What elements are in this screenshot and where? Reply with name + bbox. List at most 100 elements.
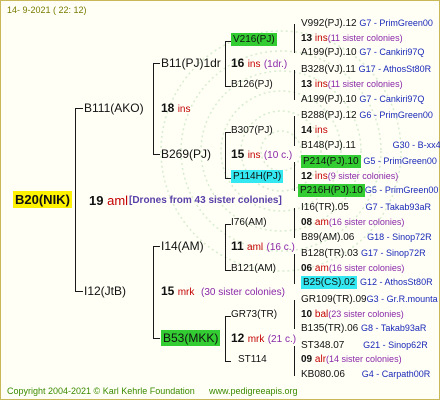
dam-generation: 15 mrk xyxy=(161,285,194,298)
gen4-code: G7 - Cankiri97Q xyxy=(359,94,425,104)
gen4-row-16[interactable]: KB080.06 G4 - Carpath00R xyxy=(301,370,430,380)
gen4-name: KB080.06 xyxy=(301,369,345,380)
gen4-name: I16(TR).05 xyxy=(301,202,349,213)
gen3-info-8: 09 alr(14 sister colonies) xyxy=(301,355,402,365)
sire-dam-name[interactable]: B269(PJ) xyxy=(161,148,211,160)
dam-sire-name[interactable]: I14(AM) xyxy=(161,240,204,252)
dam-sister-colonies: (30 sister colonies) xyxy=(201,287,285,298)
connector-line xyxy=(294,208,295,238)
connector-line xyxy=(294,162,295,191)
sire-name[interactable]: B111(AKO) xyxy=(84,102,144,114)
gen4-code: G21 - Sinop62R xyxy=(363,340,428,350)
gen4-code: G7 - Cankiri97Q xyxy=(359,47,425,57)
connector-line xyxy=(75,291,83,292)
connector-line xyxy=(75,108,76,291)
gen3-breeder-code: bal xyxy=(314,309,329,320)
gen3-breeder-code: ins xyxy=(314,125,328,136)
gen4-row-10[interactable]: B89(AM).06 G18 - Sinop72R xyxy=(301,233,432,243)
dam-dam-breeder-code: mrk xyxy=(247,334,265,345)
gen4-row-12[interactable]: B25(CS).02 G12 - AthosSt80R xyxy=(301,276,433,289)
sire-sire-gen-number: 16 xyxy=(231,56,245,70)
gen4-name: B89(AM).06 xyxy=(301,232,355,243)
sire-sire-extra: (1dr.) xyxy=(263,59,288,70)
connector-line xyxy=(225,316,226,361)
gen4-row-7[interactable]: P214(PJ).10 G5 - PrimGreen00 xyxy=(301,155,437,168)
gen3-queen-8[interactable]: ST114 xyxy=(238,355,267,365)
gen3-queen-2[interactable]: B126(PJ) xyxy=(231,80,273,90)
gen4-row-15[interactable]: ST348.07 G21 - Sinop62R xyxy=(301,341,428,351)
gen4-code: G17 - AthosSt80R xyxy=(358,64,432,74)
connector-line xyxy=(225,132,226,178)
sire-dam-breeder-code: ins xyxy=(247,150,261,161)
gen3-queen-4[interactable]: P114H(PJ) xyxy=(231,170,284,183)
gen4-name: P214(PJ).10 xyxy=(301,155,361,168)
gen4-row-13[interactable]: GR109(TR).09G3 - Gr.R.mounta xyxy=(301,295,438,305)
gen4-name: V992(PJ).12 xyxy=(301,18,357,29)
sire-sire-name[interactable]: B11(PJ)1dr xyxy=(161,57,221,69)
gen4-code: G6 - PrimGreen00 xyxy=(359,110,433,120)
gen3-extra: (14 sister colonies) xyxy=(326,354,402,364)
gen4-row-8[interactable]: P216H(PJ).10 G5 - PrimGreen00 xyxy=(298,184,438,197)
gen4-row-14[interactable]: B135(TR).06 G8 - Takab93aR xyxy=(301,324,426,334)
gen3-breeder-code: am xyxy=(314,263,329,274)
sire-breeder-code: ins xyxy=(177,104,191,115)
dam-dam-extra: (21 c.) xyxy=(267,334,297,345)
gen3-info-6: 06 am(16 sister colonies) xyxy=(301,264,404,274)
gen3-queen-7[interactable]: GR73(TR) xyxy=(231,310,277,320)
root-queen[interactable]: B20(NIK) xyxy=(13,191,72,208)
dam-sire-breeder-code: aml xyxy=(247,242,264,253)
dam-dam-name[interactable]: B53(MKK) xyxy=(161,330,221,346)
dam-name[interactable]: I12(JtB) xyxy=(84,285,126,297)
sire-sire-generation: 16 ins (1dr.) xyxy=(231,57,287,70)
gen4-name: ST348.07 xyxy=(301,340,345,351)
dam-breeder-code: mrk xyxy=(177,287,195,298)
gen4-row-3[interactable]: B328(VJ).11 G17 - AthosSt80R xyxy=(301,65,431,75)
gen4-code: G8 - Takab93aR xyxy=(361,323,427,333)
gen3-info-4: 12 ins(9 sister colonies) xyxy=(301,172,398,182)
connector-line xyxy=(75,108,83,109)
pedigree-frame: 14- 9-2021 ( 22: 12) B20(NIK) 19 aml [Dr… xyxy=(0,0,440,400)
gen3-gen-number: 06 xyxy=(301,263,313,274)
gen4-row-2[interactable]: A199(PJ).10 G7 - Cankiri97Q xyxy=(301,48,424,58)
dam-dam-generation: 12 mrk (21 c.) xyxy=(231,332,296,345)
gen3-name: P114H(PJ) xyxy=(231,170,284,183)
connector-line xyxy=(294,24,295,53)
gen4-row-11[interactable]: B128(TR).03 G17 - Sinop72R xyxy=(301,249,426,259)
gen3-queen-3[interactable]: B307(PJ) xyxy=(231,126,273,136)
gen4-code: G12 - AthosSt80R xyxy=(360,277,433,287)
root-generation: 19 aml xyxy=(89,194,128,207)
gen3-extra: (16 sister colonies) xyxy=(328,263,405,273)
connector-line xyxy=(225,224,226,270)
gen4-name: A199(PJ).10 xyxy=(301,47,357,58)
gen3-queen-6[interactable]: B121(AM) xyxy=(231,264,276,274)
gen4-row-5[interactable]: B288(PJ).12 G6 - PrimGreen00 xyxy=(301,111,433,121)
gen3-queen-5[interactable]: I76(AM) xyxy=(231,218,267,228)
footer-copyright: Copyright 2004-2021 © Karl Kehrle Founda… xyxy=(7,386,195,396)
gen4-code: G17 - Sinop72R xyxy=(361,248,426,258)
gen4-name: B25(CS).02 xyxy=(301,276,358,289)
gen4-row-9[interactable]: I16(TR).05 G7 - Takab93aR xyxy=(301,203,431,213)
connector-line xyxy=(153,63,160,64)
gen4-name: A199(PJ).10 xyxy=(301,94,357,105)
connector-line xyxy=(225,41,226,86)
root-breeder-code: aml xyxy=(107,193,129,208)
sire-dam-generation: 15 ins (10 c.) xyxy=(231,148,292,161)
footer-url[interactable]: www.pedigreeapis.org xyxy=(209,387,298,396)
dam-sire-generation: 11 aml (16 c.) xyxy=(231,240,295,253)
gen3-info-1: 13 ins(11 sister colonies) xyxy=(301,34,403,44)
gen3-breeder-code: ins xyxy=(314,171,328,182)
root-drones-note: [Drones from 43 sister colonies] xyxy=(129,195,282,206)
gen3-gen-number: 08 xyxy=(301,217,313,228)
gen3-info-7: 10 bal(23 sister colonies) xyxy=(301,310,404,320)
gen4-row-4[interactable]: A199(PJ).10 G7 - Cankiri97Q xyxy=(301,95,424,105)
gen4-row-6[interactable]: B148(PJ).11 G30 - B-xx43 xyxy=(301,141,440,151)
gen4-row-1[interactable]: V992(PJ).12 G7 - PrimGreen00 xyxy=(301,19,433,29)
connector-line xyxy=(294,70,295,100)
connector-line xyxy=(153,154,160,155)
gen3-queen-1[interactable]: V216(PJ) xyxy=(231,33,277,46)
root-queen-name: B20(NIK) xyxy=(13,191,72,208)
gen3-info-2: 13 ins(11 sister colonies) xyxy=(301,80,403,90)
gen3-gen-number: 10 xyxy=(301,309,313,320)
connector-line xyxy=(153,246,160,247)
gen4-code: G3 - Gr.R.mounta xyxy=(366,294,438,304)
